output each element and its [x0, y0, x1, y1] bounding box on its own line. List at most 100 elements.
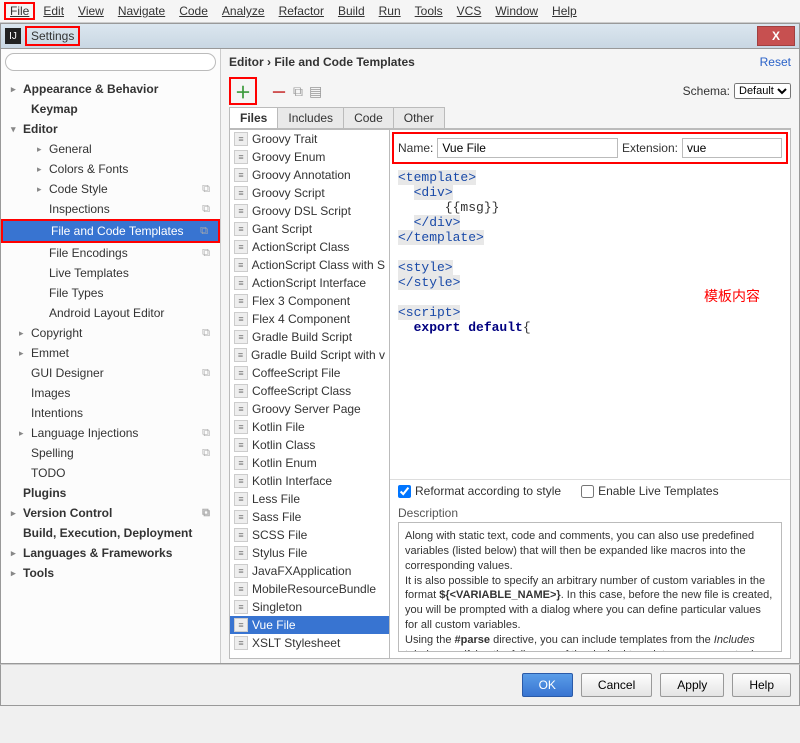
reset-link[interactable]: Reset: [760, 55, 791, 69]
tree-item[interactable]: Build, Execution, Deployment: [1, 523, 220, 543]
menu-run[interactable]: Run: [373, 2, 407, 20]
tree-item[interactable]: ▸Colors & Fonts: [1, 159, 220, 179]
menu-code[interactable]: Code: [173, 2, 214, 20]
template-item[interactable]: ≡Singleton: [230, 598, 389, 616]
tree-item[interactable]: Plugins: [1, 483, 220, 503]
tree-item[interactable]: File Encodings⧉: [1, 243, 220, 263]
tree-item[interactable]: TODO: [1, 463, 220, 483]
paste-icon[interactable]: ▤: [309, 83, 322, 100]
tree-item[interactable]: ▸Languages & Frameworks: [1, 543, 220, 563]
tree-item[interactable]: ▸Appearance & Behavior: [1, 79, 220, 99]
template-item[interactable]: ≡Gradle Build Script: [230, 328, 389, 346]
description-text: Along with static text, code and comment…: [398, 522, 782, 652]
apply-button[interactable]: Apply: [660, 673, 724, 697]
schema-label: Schema:: [683, 84, 730, 98]
template-item[interactable]: ≡Kotlin Enum: [230, 454, 389, 472]
tree-item[interactable]: ▸Code Style⧉: [1, 179, 220, 199]
tree-item[interactable]: GUI Designer⧉: [1, 363, 220, 383]
menu-navigate[interactable]: Navigate: [112, 2, 171, 20]
template-item[interactable]: ≡Groovy DSL Script: [230, 202, 389, 220]
tree-item[interactable]: File Types: [1, 283, 220, 303]
template-item[interactable]: ≡ActionScript Class with S: [230, 256, 389, 274]
template-item[interactable]: ≡Groovy Server Page: [230, 400, 389, 418]
tab-other[interactable]: Other: [393, 107, 445, 128]
template-item[interactable]: ≡Kotlin File: [230, 418, 389, 436]
reformat-checkbox[interactable]: Reformat according to style: [398, 484, 561, 498]
settings-sidebar: ▸Appearance & BehaviorKeymap▾Editor▸Gene…: [1, 49, 221, 663]
template-item[interactable]: ≡ActionScript Class: [230, 238, 389, 256]
tree-item[interactable]: ▸Version Control⧉: [1, 503, 220, 523]
live-templates-checkbox[interactable]: Enable Live Templates: [581, 484, 719, 498]
extension-input[interactable]: [682, 138, 782, 158]
template-list[interactable]: ≡Groovy Trait≡Groovy Enum≡Groovy Annotat…: [230, 130, 390, 658]
toolbar-extra: － ⧉ ▤: [267, 79, 326, 103]
template-item[interactable]: ≡Vue File: [230, 616, 389, 634]
cancel-button[interactable]: Cancel: [581, 673, 652, 697]
breadcrumb: Editor › File and Code Templates: [229, 55, 415, 69]
menu-build[interactable]: Build: [332, 2, 371, 20]
help-button[interactable]: Help: [732, 673, 791, 697]
menu-file[interactable]: File: [4, 2, 35, 20]
tree-item[interactable]: Intentions: [1, 403, 220, 423]
search-box: [5, 53, 216, 71]
schema-dropdown[interactable]: Default: [734, 83, 791, 99]
template-item[interactable]: ≡Kotlin Interface: [230, 472, 389, 490]
template-item[interactable]: ≡CoffeeScript Class: [230, 382, 389, 400]
template-item[interactable]: ≡Gradle Build Script with v: [230, 346, 389, 364]
tree-item[interactable]: Inspections⧉: [1, 199, 220, 219]
tab-includes[interactable]: Includes: [277, 107, 344, 128]
tree-item[interactable]: Images: [1, 383, 220, 403]
menu-vcs[interactable]: VCS: [451, 2, 488, 20]
breadcrumb-row: Editor › File and Code Templates Reset: [221, 49, 799, 75]
tree-item[interactable]: ▸Language Injections⧉: [1, 423, 220, 443]
template-item[interactable]: ≡Groovy Script: [230, 184, 389, 202]
template-item[interactable]: ≡Gant Script: [230, 220, 389, 238]
ok-button[interactable]: OK: [522, 673, 573, 697]
copy-icon[interactable]: ⧉: [293, 83, 303, 100]
template-item[interactable]: ≡Flex 4 Component: [230, 310, 389, 328]
template-item[interactable]: ≡Groovy Annotation: [230, 166, 389, 184]
tree-item[interactable]: File and Code Templates⧉: [1, 219, 220, 243]
name-input[interactable]: [437, 138, 618, 158]
main-menubar: File Edit View Navigate Code Analyze Ref…: [0, 0, 800, 23]
template-item[interactable]: ≡Groovy Trait: [230, 130, 389, 148]
template-item[interactable]: ≡ActionScript Interface: [230, 274, 389, 292]
template-item[interactable]: ≡Sass File: [230, 508, 389, 526]
template-item[interactable]: ≡Flex 3 Component: [230, 292, 389, 310]
template-item[interactable]: ≡Less File: [230, 490, 389, 508]
tree-item[interactable]: ▾Editor: [1, 119, 220, 139]
menu-analyze[interactable]: Analyze: [216, 2, 271, 20]
tab-code[interactable]: Code: [343, 107, 394, 128]
tree-item[interactable]: Spelling⧉: [1, 443, 220, 463]
close-button[interactable]: X: [757, 26, 795, 46]
add-icon[interactable]: ＋: [235, 79, 251, 103]
template-item[interactable]: ≡SCSS File: [230, 526, 389, 544]
menu-refactor[interactable]: Refactor: [273, 2, 330, 20]
tab-files[interactable]: Files: [229, 107, 278, 128]
tree-item[interactable]: ▸Tools: [1, 563, 220, 583]
search-input[interactable]: [5, 53, 216, 71]
menu-edit[interactable]: Edit: [37, 2, 70, 20]
menu-view[interactable]: View: [72, 2, 110, 20]
template-code[interactable]: <template> <div> {{msg}} </div> </templa…: [390, 166, 790, 479]
remove-icon[interactable]: －: [271, 79, 287, 103]
tree-item[interactable]: Android Layout Editor: [1, 303, 220, 323]
tree-item[interactable]: ▸General: [1, 139, 220, 159]
template-item[interactable]: ≡XSLT Stylesheet: [230, 634, 389, 652]
menu-tools[interactable]: Tools: [409, 2, 449, 20]
split-pane: ≡Groovy Trait≡Groovy Enum≡Groovy Annotat…: [229, 129, 791, 659]
template-item[interactable]: ≡Kotlin Class: [230, 436, 389, 454]
menu-help[interactable]: Help: [546, 2, 583, 20]
dialog-body: ▸Appearance & BehaviorKeymap▾Editor▸Gene…: [0, 49, 800, 664]
menu-window[interactable]: Window: [489, 2, 544, 20]
dialog-buttons: OK Cancel Apply Help: [0, 664, 800, 706]
tree-item[interactable]: ▸Copyright⧉: [1, 323, 220, 343]
template-item[interactable]: ≡JavaFXApplication: [230, 562, 389, 580]
template-item[interactable]: ≡CoffeeScript File: [230, 364, 389, 382]
template-item[interactable]: ≡MobileResourceBundle: [230, 580, 389, 598]
tree-item[interactable]: Keymap: [1, 99, 220, 119]
template-item[interactable]: ≡Groovy Enum: [230, 148, 389, 166]
tree-item[interactable]: ▸Emmet: [1, 343, 220, 363]
template-item[interactable]: ≡Stylus File: [230, 544, 389, 562]
tree-item[interactable]: Live Templates: [1, 263, 220, 283]
